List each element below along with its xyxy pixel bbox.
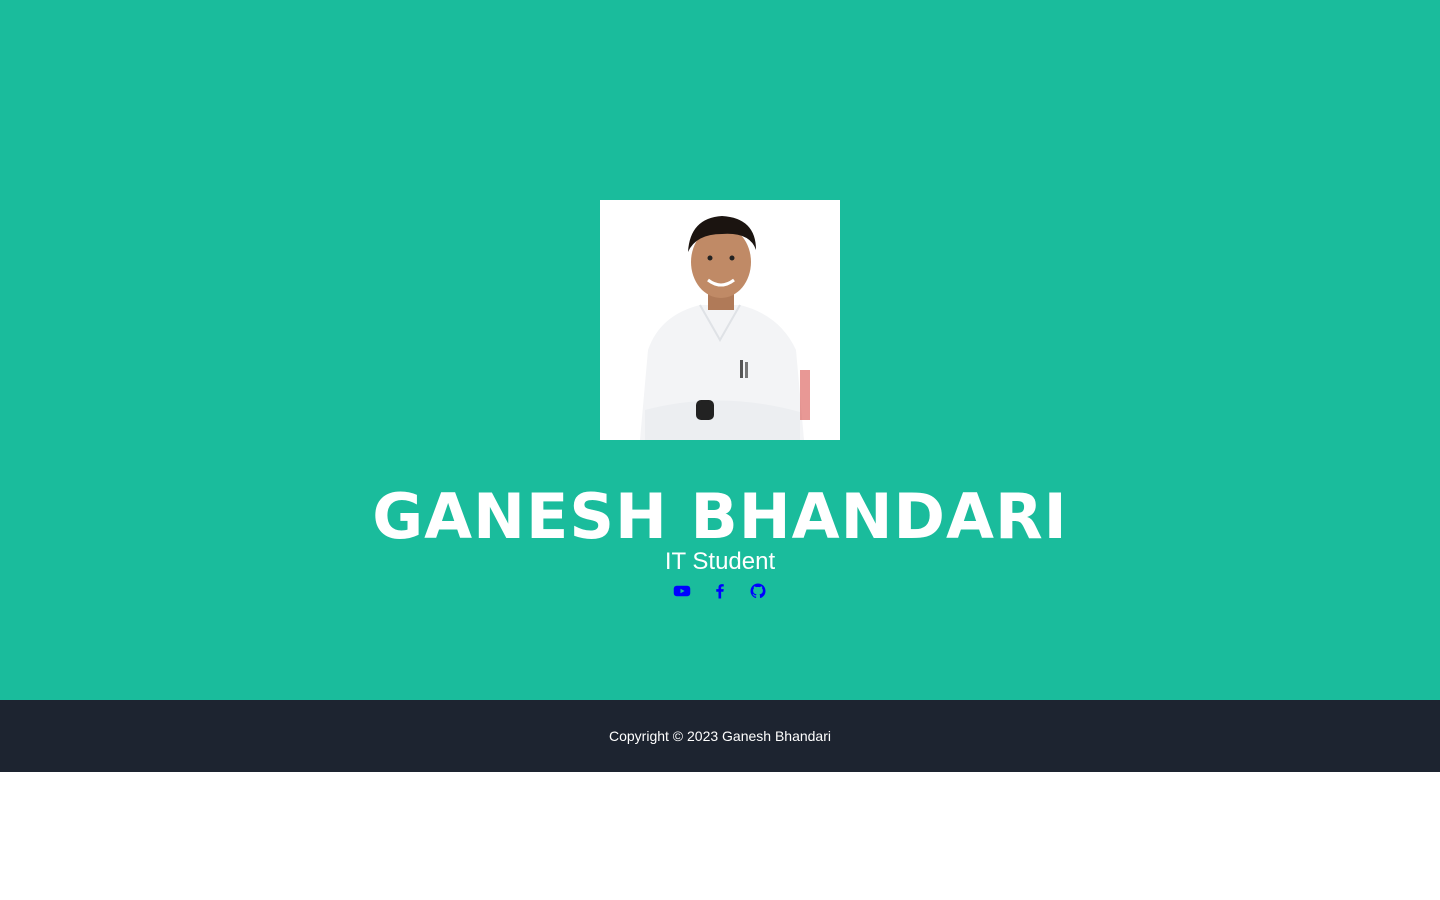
hero-section: GANESH BHANDARI IT Student: [0, 0, 1440, 700]
youtube-link[interactable]: [673, 582, 691, 600]
profile-name: GANESH BHANDARI: [372, 480, 1068, 553]
github-icon: [750, 583, 766, 599]
site-footer: Copyright © 2023 Ganesh Bhandari: [0, 700, 1440, 772]
profile-title: IT Student: [664, 548, 776, 575]
facebook-icon: [716, 584, 724, 599]
profile-photo: [600, 200, 840, 440]
youtube-icon: [673, 585, 691, 597]
github-link[interactable]: [749, 582, 767, 600]
copyright-text: Copyright © 2023 Ganesh Bhandari: [608, 728, 831, 744]
social-links: [0, 582, 1440, 602]
facebook-link[interactable]: [711, 582, 729, 600]
